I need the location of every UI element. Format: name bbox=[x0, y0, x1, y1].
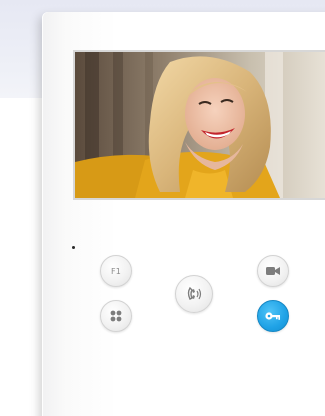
f1-label: F1 bbox=[110, 266, 122, 276]
handset-talk-icon bbox=[187, 286, 202, 300]
product-scene: F1 bbox=[0, 0, 325, 416]
video-intercom-monitor: F1 bbox=[42, 12, 325, 416]
video-button[interactable] bbox=[257, 255, 289, 287]
door-unlock-button[interactable] bbox=[257, 300, 289, 332]
f1-button[interactable]: F1 bbox=[100, 255, 132, 287]
talk-button[interactable] bbox=[175, 275, 213, 313]
menu-button[interactable] bbox=[100, 300, 132, 332]
key-unlock-icon bbox=[265, 312, 280, 320]
status-led bbox=[72, 246, 75, 249]
video-camera-icon bbox=[266, 267, 280, 275]
grid-menu-icon bbox=[110, 310, 122, 322]
video-display bbox=[73, 50, 325, 200]
caller-video-image bbox=[75, 52, 325, 198]
